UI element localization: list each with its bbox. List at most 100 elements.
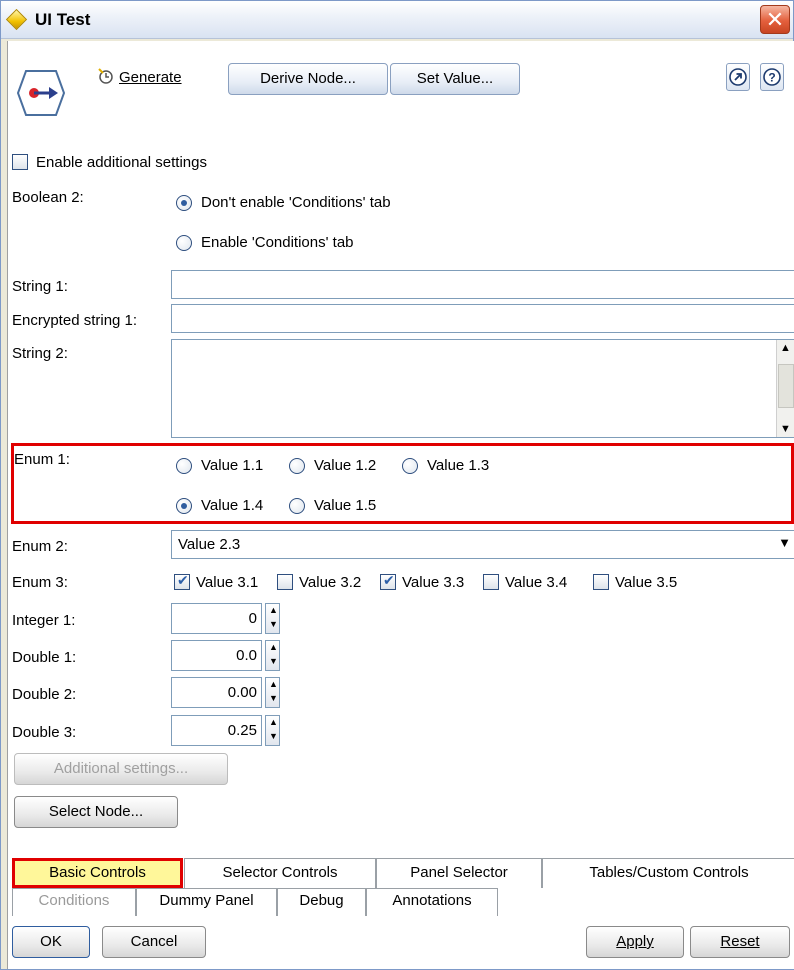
enable-additional-checkbox[interactable] xyxy=(12,154,28,170)
double2-value: 0.00 xyxy=(227,684,257,701)
app-diamond-icon xyxy=(5,8,28,31)
scroll-down-icon[interactable]: ▼ xyxy=(780,423,791,435)
enum3-check-0[interactable] xyxy=(174,572,190,590)
node-icon xyxy=(16,70,66,116)
spin-down-icon[interactable]: ▼ xyxy=(269,656,278,666)
tab-row-secondary: Conditions Dummy Panel Debug Annotations xyxy=(8,888,794,916)
generate-icon xyxy=(98,68,113,84)
enum3-option-2: Value 3.3 xyxy=(402,574,465,591)
enum3-option-0: Value 3.1 xyxy=(196,574,259,591)
integer1-value: 0 xyxy=(248,610,257,627)
spin-down-icon[interactable]: ▼ xyxy=(269,619,278,629)
enum3-option-3: Value 3.4 xyxy=(505,574,568,591)
scroll-up-icon[interactable]: ▲ xyxy=(780,342,791,354)
window-title: UI Test xyxy=(35,10,91,29)
integer1-spinner[interactable]: ▲ ▼ xyxy=(265,603,280,634)
enum3-option-4: Value 3.5 xyxy=(615,574,678,591)
double2-label: Double 2: xyxy=(12,686,77,703)
boolean2-radio-1[interactable] xyxy=(176,235,192,251)
double3-spinner[interactable]: ▲ ▼ xyxy=(265,715,280,746)
double3-label: Double 3: xyxy=(12,724,77,741)
enum3-check-1[interactable] xyxy=(277,574,293,590)
boolean2-radio-0[interactable] xyxy=(176,195,192,211)
enum3-check-2[interactable] xyxy=(380,572,396,590)
enum1-radio-2[interactable] xyxy=(402,458,418,474)
string2-scrollbar[interactable]: ▲ ▼ xyxy=(776,340,794,437)
expand-arrow-icon xyxy=(729,68,747,86)
enable-additional-label: Enable additional settings xyxy=(36,154,207,171)
enum1-label: Enum 1: xyxy=(14,451,70,468)
spin-up-icon[interactable]: ▲ xyxy=(269,605,278,615)
tab-annotations[interactable]: Annotations xyxy=(366,888,498,916)
double1-value: 0.0 xyxy=(236,647,257,664)
string1-input[interactable] xyxy=(171,270,794,299)
double2-spinner[interactable]: ▲ ▼ xyxy=(265,677,280,708)
enum1-radio-3[interactable] xyxy=(176,498,192,514)
enum1-radio-4[interactable] xyxy=(289,498,305,514)
enum2-value: Value 2.3 xyxy=(178,536,241,553)
spin-up-icon[interactable]: ▲ xyxy=(269,679,278,689)
ok-button[interactable]: OK xyxy=(12,926,90,958)
spin-up-icon[interactable]: ▲ xyxy=(269,642,278,652)
tab-conditions[interactable]: Conditions xyxy=(12,888,136,916)
integer1-label: Integer 1: xyxy=(12,612,76,629)
help-button[interactable]: ? xyxy=(760,63,784,91)
tab-selector-controls[interactable]: Selector Controls xyxy=(184,858,376,888)
ui-test-window: UI Test ✕ Generate Derive Node... Set Va… xyxy=(0,0,794,970)
chevron-down-icon: ▼ xyxy=(778,535,791,550)
enum1-option-1: Value 1.2 xyxy=(314,457,377,474)
additional-settings-button[interactable]: Additional settings... xyxy=(14,753,228,785)
tab-row-primary: Basic Controls Selector Controls Panel S… xyxy=(8,858,794,888)
apply-button[interactable]: Apply xyxy=(586,926,684,958)
set-value-button[interactable]: Set Value... xyxy=(390,63,520,95)
integer1-input[interactable]: 0 xyxy=(171,603,262,634)
boolean2-label: Boolean 2: xyxy=(12,189,84,206)
tab-panel-selector[interactable]: Panel Selector xyxy=(376,858,542,888)
apply-label: Apply xyxy=(616,933,654,950)
spin-up-icon[interactable]: ▲ xyxy=(269,717,278,727)
enum3-check-3[interactable] xyxy=(483,574,499,590)
help-icon: ? xyxy=(763,68,781,86)
double1-input[interactable]: 0.0 xyxy=(171,640,262,671)
scroll-thumb[interactable] xyxy=(778,364,794,408)
tab-dummy-panel[interactable]: Dummy Panel xyxy=(136,888,277,916)
boolean2-option-1: Enable 'Conditions' tab xyxy=(201,234,354,251)
close-button[interactable]: ✕ xyxy=(760,5,790,34)
string2-label: String 2: xyxy=(12,345,68,362)
tab-tables-custom-controls[interactable]: Tables/Custom Controls xyxy=(542,858,794,888)
spin-down-icon[interactable]: ▼ xyxy=(269,693,278,703)
dialog-content: Generate Derive Node... Set Value... ? E… xyxy=(7,41,794,969)
double1-spinner[interactable]: ▲ ▼ xyxy=(265,640,280,671)
double3-input[interactable]: 0.25 xyxy=(171,715,262,746)
string2-textarea[interactable]: ▲ ▼ xyxy=(171,339,794,438)
enum1-option-0: Value 1.1 xyxy=(201,457,264,474)
enum3-check-4[interactable] xyxy=(593,574,609,590)
select-node-button[interactable]: Select Node... xyxy=(14,796,178,828)
generate-label: Generate xyxy=(119,69,182,86)
spin-down-icon[interactable]: ▼ xyxy=(269,731,278,741)
enum3-option-1: Value 3.2 xyxy=(299,574,362,591)
enum1-radio-0[interactable] xyxy=(176,458,192,474)
enum1-option-4: Value 1.5 xyxy=(314,497,377,514)
reset-button[interactable]: Reset xyxy=(690,926,790,958)
encrypted1-input[interactable] xyxy=(171,304,794,333)
svg-text:?: ? xyxy=(768,71,775,85)
enum1-option-2: Value 1.3 xyxy=(427,457,490,474)
title-bar[interactable]: UI Test ✕ xyxy=(1,1,793,39)
enum1-option-3: Value 1.4 xyxy=(201,497,264,514)
encrypted1-label: Encrypted string 1: xyxy=(12,312,138,329)
string1-label: String 1: xyxy=(12,278,68,295)
enum1-radio-1[interactable] xyxy=(289,458,305,474)
generate-menu[interactable]: Generate xyxy=(96,63,182,95)
derive-node-button[interactable]: Derive Node... xyxy=(228,63,388,95)
enum3-label: Enum 3: xyxy=(12,574,68,591)
reset-label: Reset xyxy=(720,933,760,950)
tab-basic-controls[interactable]: Basic Controls xyxy=(12,858,183,888)
double2-input[interactable]: 0.00 xyxy=(171,677,262,708)
enum1-highlight-box xyxy=(11,443,794,524)
double1-label: Double 1: xyxy=(12,649,77,666)
enum2-select[interactable]: Value 2.3 ▼ xyxy=(171,530,794,559)
cancel-button[interactable]: Cancel xyxy=(102,926,206,958)
expand-button[interactable] xyxy=(726,63,750,91)
tab-debug[interactable]: Debug xyxy=(277,888,366,916)
